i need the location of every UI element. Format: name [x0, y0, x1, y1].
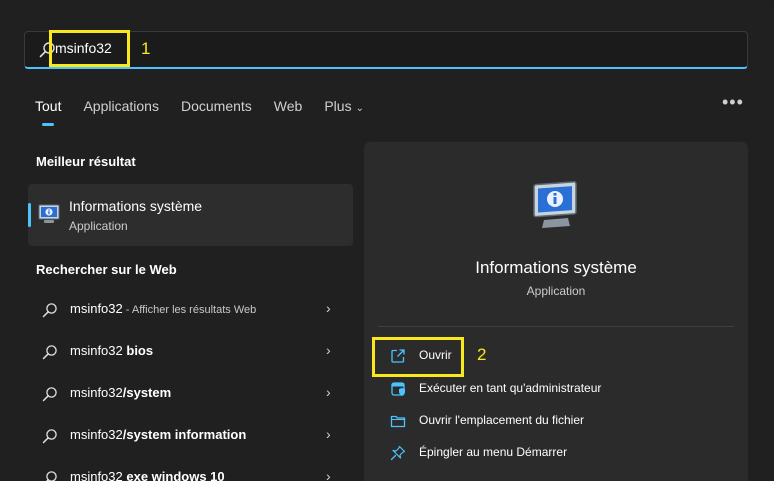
web-result-item[interactable]: msinfo32 - Afficher les résultats Web ›	[28, 290, 353, 330]
run-as-admin-action[interactable]: Exécuter en tant qu'administrateur	[390, 377, 730, 401]
detail-title: Informations système	[475, 258, 637, 277]
system-info-icon	[38, 204, 60, 223]
filter-tabs: Tout Applications Documents Web Plus ⌄	[24, 94, 375, 126]
search-icon	[42, 303, 57, 318]
web-result-item[interactable]: msinfo32/system information ›	[28, 416, 353, 456]
divider	[378, 326, 734, 327]
chevron-right-icon: ›	[326, 342, 331, 358]
chevron-right-icon: ›	[326, 468, 331, 481]
best-match-heading: Meilleur résultat	[36, 154, 136, 169]
chevron-right-icon: ›	[326, 426, 331, 442]
system-info-icon	[533, 181, 577, 228]
best-match-item[interactable]: Informations système Application	[28, 184, 353, 246]
web-result-item[interactable]: msinfo32/system ›	[28, 374, 353, 414]
detail-subtitle: Application	[526, 284, 586, 298]
web-result-item[interactable]: msinfo32 exe windows 10 ›	[28, 458, 353, 481]
tab-applications[interactable]: Applications	[72, 94, 170, 124]
search-icon	[42, 387, 57, 402]
start-search-panel: msinfo32 1 Tout Applications Documents W…	[0, 0, 774, 481]
run-as-admin-label: Exécuter en tant qu'administrateur	[419, 381, 602, 395]
annotation-box-1	[49, 30, 130, 67]
annotation-number-1: 1	[141, 39, 151, 58]
chevron-right-icon: ›	[326, 384, 331, 400]
web-result-item[interactable]: msinfo32 bios ›	[28, 332, 353, 372]
chevron-right-icon: ›	[326, 300, 331, 316]
pin-icon	[390, 445, 406, 461]
tab-documents[interactable]: Documents	[170, 94, 263, 124]
open-file-location-action[interactable]: Ouvrir l'emplacement du fichier	[390, 409, 730, 433]
selection-indicator	[28, 203, 31, 227]
search-icon	[42, 345, 57, 360]
tab-more[interactable]: Plus ⌄	[313, 94, 375, 124]
chevron-down-icon: ⌄	[355, 103, 364, 114]
web-search-heading: Rechercher sur le Web	[36, 262, 177, 277]
pin-to-start-label: Épingler au menu Démarrer	[419, 445, 568, 459]
open-file-location-label: Ouvrir l'emplacement du fichier	[419, 413, 585, 427]
search-icon	[42, 429, 57, 444]
search-box[interactable]: msinfo32	[24, 31, 748, 69]
admin-shield-icon	[391, 382, 405, 396]
best-match-subtitle: Application	[69, 219, 128, 233]
app-detail-card: Informations système Application Ouvrir …	[364, 142, 748, 481]
tab-all[interactable]: Tout	[24, 94, 72, 126]
search-icon	[45, 471, 57, 481]
tab-web[interactable]: Web	[263, 94, 314, 124]
pin-to-start-action[interactable]: Épingler au menu Démarrer	[390, 441, 730, 465]
more-options-button[interactable]: •••	[722, 92, 744, 113]
best-match-title: Informations système	[69, 198, 203, 214]
annotation-box-2	[372, 337, 464, 377]
active-tab-indicator	[42, 123, 55, 126]
folder-icon	[390, 415, 406, 428]
annotation-number-2: 2	[477, 345, 487, 364]
